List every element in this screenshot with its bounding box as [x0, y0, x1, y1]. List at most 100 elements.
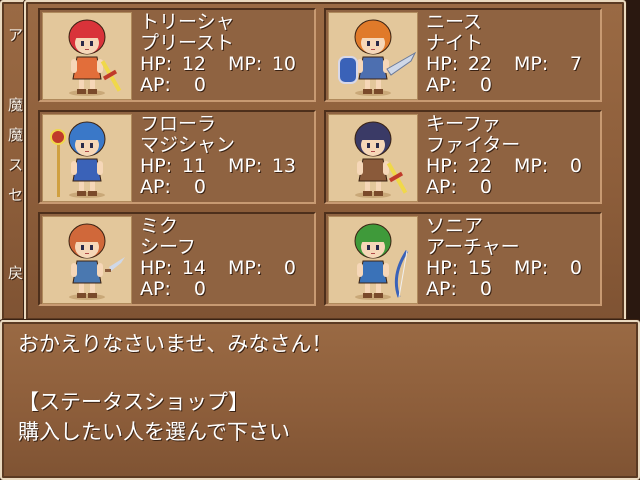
ap-line: AP: 0 [426, 279, 602, 300]
ap-value: 0 [193, 74, 206, 96]
character-class: プリースト [140, 32, 235, 54]
ap-value: 0 [479, 278, 492, 300]
character-name: ニース [426, 11, 483, 33]
character-name-line: ニース [426, 12, 602, 33]
character-class: マジシャン [140, 134, 236, 156]
hp-mp-line: HP: 15 MP: 0 [426, 258, 602, 279]
character-name-line: フローラ [140, 114, 316, 135]
character-class-line: ファイター [426, 135, 602, 156]
character-class-line: アーチャー [426, 237, 602, 258]
character-name: ミク [140, 215, 179, 237]
character-stats: トリーシャ プリースト HP: 12 MP: 10 AP: 0 [140, 12, 316, 96]
mp-value: 0 [569, 155, 582, 177]
character-class: ファイター [426, 134, 521, 156]
message-line-4: 購入したい人を選んで下さい [18, 420, 290, 444]
character-portrait [42, 12, 132, 100]
ap-value: 0 [193, 278, 206, 300]
character-stats: ミク シーフ HP: 14 MP: 0 AP: 0 [140, 216, 316, 300]
command-item-5[interactable]: 戻 [8, 264, 24, 282]
character-portrait [328, 216, 418, 304]
character-class-line: ナイト [426, 33, 602, 54]
ap-value: 0 [479, 74, 492, 96]
hp-mp-line: HP: 14 MP: 0 [140, 258, 316, 279]
hp-mp-line: HP: 11 MP: 13 [140, 156, 316, 177]
character-class-line: プリースト [140, 33, 316, 54]
ap-label: AP: [426, 278, 457, 300]
hp-value: 14 [181, 257, 206, 279]
character-class: アーチャー [426, 236, 520, 258]
mp-label: MP: [514, 53, 549, 75]
command-item-3[interactable]: ス [8, 156, 24, 174]
mp-label: MP: [514, 257, 549, 279]
mp-value: 7 [569, 53, 582, 75]
character-portrait [42, 114, 132, 202]
command-item-0[interactable]: ア [8, 26, 24, 44]
ap-label: AP: [140, 278, 171, 300]
mp-label: MP: [228, 155, 263, 177]
ap-line: AP: 0 [426, 177, 602, 198]
character-portrait [328, 114, 418, 202]
character-name: トリーシャ [140, 11, 235, 33]
character-class: シーフ [140, 236, 196, 258]
ap-label: AP: [426, 74, 457, 96]
ap-value: 0 [193, 176, 206, 198]
command-item-4[interactable]: セ [8, 186, 24, 204]
character-card[interactable]: トリーシャ プリースト HP: 12 MP: 10 AP: 0 [38, 8, 316, 102]
character-card[interactable]: ミク シーフ HP: 14 MP: 0 AP: 0 [38, 212, 316, 306]
character-card[interactable]: キーファ ファイター HP: 22 MP: 0 AP: 0 [324, 110, 602, 204]
ap-line: AP: 0 [140, 75, 316, 96]
hp-mp-line: HP: 22 MP: 0 [426, 156, 602, 177]
ap-label: AP: [426, 176, 457, 198]
character-stats: ニース ナイト HP: 22 MP: 7 AP: 0 [426, 12, 602, 96]
character-card[interactable]: フローラ マジシャン HP: 11 MP: 13 AP: 0 [38, 110, 316, 204]
command-item-2[interactable]: 魔 [8, 126, 24, 144]
character-name-line: ソニア [426, 216, 602, 237]
hp-label: HP: [426, 257, 459, 279]
character-stats: キーファ ファイター HP: 22 MP: 0 AP: 0 [426, 114, 602, 198]
character-card[interactable]: ソニア アーチャー HP: 15 MP: 0 AP: 0 [324, 212, 602, 306]
mp-value: 0 [283, 257, 296, 279]
command-item-1[interactable]: 魔 [8, 96, 24, 114]
ap-line: AP: 0 [140, 177, 316, 198]
hp-value: 22 [467, 53, 492, 75]
character-class-line: シーフ [140, 237, 316, 258]
hp-mp-line: HP: 12 MP: 10 [140, 54, 316, 75]
character-portrait [42, 216, 132, 304]
hp-label: HP: [140, 257, 173, 279]
hp-label: HP: [140, 53, 173, 75]
character-stats: フローラ マジシャン HP: 11 MP: 13 AP: 0 [140, 114, 316, 198]
hp-value: 11 [181, 155, 206, 177]
character-stats: ソニア アーチャー HP: 15 MP: 0 AP: 0 [426, 216, 602, 300]
ap-line: AP: 0 [140, 279, 316, 300]
mp-label: MP: [514, 155, 549, 177]
mp-value: 0 [569, 257, 582, 279]
ap-label: AP: [140, 74, 171, 96]
mp-value: 13 [271, 155, 296, 177]
hp-value: 12 [181, 53, 206, 75]
message-line-1: おかえりなさいませ、みなさん！ [18, 332, 333, 356]
hp-label: HP: [426, 155, 459, 177]
character-name-line: トリーシャ [140, 12, 316, 33]
mp-value: 10 [271, 53, 296, 75]
mp-label: MP: [228, 53, 263, 75]
character-class-line: マジシャン [140, 135, 316, 156]
character-portrait [328, 12, 418, 100]
mp-label: MP: [228, 257, 263, 279]
message-line-3: 【ステータスショップ】 [18, 390, 249, 414]
ap-label: AP: [140, 176, 171, 198]
character-name-line: キーファ [426, 114, 602, 135]
ap-line: AP: 0 [426, 75, 602, 96]
message-window: おかえりなさいませ、みなさん！ 【ステータスショップ】 購入したい人を選んで下さ… [0, 320, 640, 480]
hp-value: 15 [467, 257, 492, 279]
character-name-line: ミク [140, 216, 316, 237]
character-name: ソニア [426, 215, 484, 237]
character-card[interactable]: ニース ナイト HP: 22 MP: 7 AP: 0 [324, 8, 602, 102]
hp-label: HP: [140, 155, 173, 177]
ap-value: 0 [479, 176, 492, 198]
hp-mp-line: HP: 22 MP: 7 [426, 54, 602, 75]
hp-label: HP: [426, 53, 459, 75]
character-name: フローラ [140, 113, 217, 135]
character-class: ナイト [426, 32, 484, 54]
character-name: キーファ [426, 113, 501, 135]
party-select-window: トリーシャ プリースト HP: 12 MP: 10 AP: 0 ニース ナイト HP: 22 MP: 7 A… [24, 0, 626, 322]
